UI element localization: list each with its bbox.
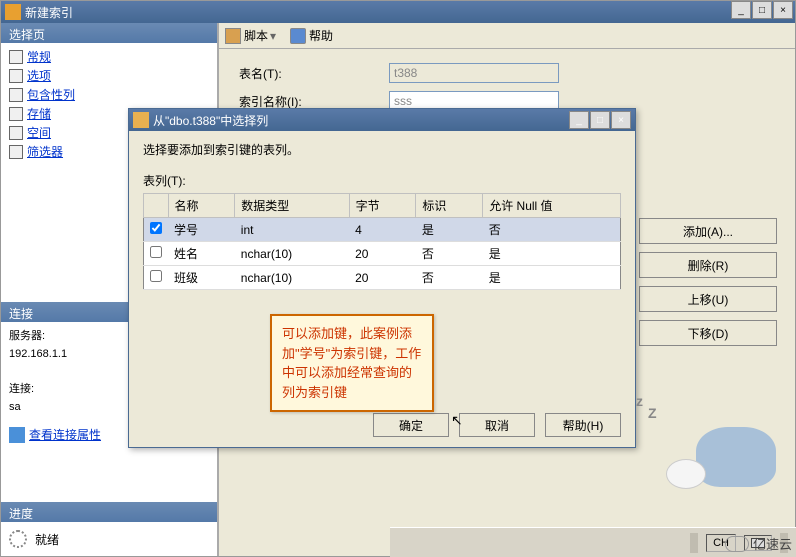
dialog-icon [133, 112, 149, 128]
page-options[interactable]: 选项 [9, 66, 209, 85]
add-button[interactable]: 添加(A)... [639, 218, 777, 244]
watermark: 亿速云 [725, 534, 792, 553]
page-icon [9, 126, 23, 140]
col-header-identity[interactable]: 标识 [416, 194, 483, 218]
row-checkbox[interactable] [150, 222, 162, 234]
script-icon [225, 28, 241, 44]
dialog-help-button[interactable]: 帮助(H) [545, 413, 621, 437]
page-general[interactable]: 常规 [9, 47, 209, 66]
app-icon [5, 4, 21, 20]
close-button[interactable]: × [773, 1, 793, 19]
shark-icon [696, 427, 776, 487]
col-header-type[interactable]: 数据类型 [235, 194, 349, 218]
pages-header: 选择页 [1, 23, 217, 43]
col-header-name[interactable]: 名称 [168, 194, 235, 218]
main-titlebar: 新建索引 [1, 1, 795, 23]
dialog-maximize-button[interactable]: □ [590, 111, 610, 129]
maximize-button[interactable]: □ [752, 1, 772, 19]
progress-header: 进度 [1, 502, 217, 522]
seal-icon [666, 459, 706, 489]
spinner-icon [9, 530, 27, 548]
watermark-logo-icon [725, 536, 749, 552]
index-name-label: 索引名称(I): [239, 93, 389, 110]
dialog-titlebar[interactable]: 从"dbo.t388"中选择列 _ □ × [129, 109, 635, 131]
table-row[interactable]: 班级 nchar(10) 20 否 是 [144, 266, 621, 290]
page-icon [9, 69, 23, 83]
toolbar: 脚本 ▾ 帮助 [219, 23, 795, 49]
columns-label: 表列(T): [143, 172, 621, 189]
page-icon [9, 88, 23, 102]
remove-button[interactable]: 删除(R) [639, 252, 777, 278]
columns-table: 名称 数据类型 字节 标识 允许 Null 值 学号 int 4 是 否 [143, 193, 621, 290]
col-header-check[interactable] [144, 194, 169, 218]
progress-status: 就绪 [35, 531, 59, 548]
table-row[interactable]: 学号 int 4 是 否 [144, 218, 621, 242]
row-checkbox[interactable] [150, 246, 162, 258]
page-included[interactable]: 包含性列 [9, 85, 209, 104]
properties-icon [9, 427, 25, 443]
ok-button[interactable]: 确定 [373, 413, 449, 437]
cartoon-decoration: z Z [626, 407, 786, 497]
dialog-close-button[interactable]: × [611, 111, 631, 129]
row-checkbox[interactable] [150, 270, 162, 282]
table-name-label: 表名(T): [239, 65, 389, 82]
taskbar-separator [690, 533, 698, 553]
help-button[interactable]: 帮助 [290, 27, 333, 44]
progress-body: 就绪 [1, 522, 217, 556]
table-row[interactable]: 姓名 nchar(10) 20 否 是 [144, 242, 621, 266]
table-name-input[interactable] [389, 63, 559, 83]
col-header-allownull[interactable]: 允许 Null 值 [483, 194, 621, 218]
help-icon [290, 28, 306, 44]
main-window-controls: _ □ × [730, 1, 793, 19]
dialog-title: 从"dbo.t388"中选择列 [153, 112, 268, 129]
main-title: 新建索引 [25, 4, 73, 21]
dialog-minimize-button[interactable]: _ [569, 111, 589, 129]
side-buttons: 添加(A)... 删除(R) 上移(U) 下移(D) [639, 218, 777, 346]
annotation-callout: 可以添加键，此案例添加"学号"为索引键，工作中可以添加经常查询的列为索引键 [270, 314, 434, 412]
dialog-hint: 选择要添加到索引键的表列。 [143, 141, 621, 158]
page-icon [9, 107, 23, 121]
zzz-icon: Z [648, 405, 657, 421]
script-button[interactable]: 脚本 ▾ [225, 27, 278, 44]
cancel-button[interactable]: 取消 [459, 413, 535, 437]
page-icon [9, 50, 23, 64]
cursor-icon: ↖ [451, 412, 463, 429]
minimize-button[interactable]: _ [731, 1, 751, 19]
dialog-footer: 确定 取消 帮助(H) [373, 413, 621, 437]
move-up-button[interactable]: 上移(U) [639, 286, 777, 312]
page-icon [9, 145, 23, 159]
zzz-icon: z [636, 393, 643, 409]
col-header-bytes[interactable]: 字节 [349, 194, 416, 218]
move-down-button[interactable]: 下移(D) [639, 320, 777, 346]
